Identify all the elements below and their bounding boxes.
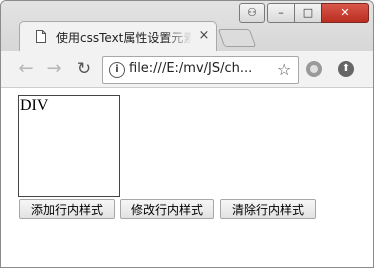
browser-window: 使用cssText属性设置元素 × ⚇ – □ ✕ ← → ↻ i file:/… [0, 0, 374, 268]
url-text[interactable]: file:///E:/mv/JS/ch... [129, 61, 252, 76]
demo-div-box: DIV [18, 95, 120, 197]
demo-div-label: DIV [20, 97, 49, 114]
page-content: DIV 添加行内样式 修改行内样式 清除行内样式 [1, 88, 373, 267]
title-bar: 使用cssText属性设置元素 × ⚇ – □ ✕ [1, 1, 373, 52]
user-icon[interactable]: ⚇ [239, 3, 265, 23]
new-tab-button[interactable] [217, 29, 257, 47]
minimize-button[interactable]: – [267, 3, 295, 23]
browser-tab[interactable]: 使用cssText属性设置元素 × [19, 21, 217, 52]
extension-icon[interactable] [306, 61, 322, 77]
clear-inline-style-button[interactable]: 清除行内样式 [220, 199, 316, 219]
forward-icon[interactable]: → [43, 59, 65, 79]
tab-close-icon[interactable]: × [196, 28, 212, 44]
close-window-button[interactable]: ✕ [321, 3, 369, 23]
address-bar[interactable]: i file:///E:/mv/JS/ch... ☆ [102, 56, 299, 84]
update-icon[interactable]: ⬆ [338, 61, 354, 77]
reload-icon[interactable]: ↻ [73, 59, 95, 79]
add-inline-style-button[interactable]: 添加行内样式 [19, 199, 115, 219]
page-icon [36, 30, 46, 43]
back-icon[interactable]: ← [15, 59, 37, 79]
modify-inline-style-button[interactable]: 修改行内样式 [120, 199, 214, 219]
browser-toolbar: ← → ↻ i file:///E:/mv/JS/ch... ☆ ⬆ [1, 51, 373, 88]
bookmark-star-icon[interactable]: ☆ [277, 60, 291, 79]
maximize-button[interactable]: □ [294, 3, 322, 23]
info-icon[interactable]: i [109, 62, 125, 78]
tab-title: 使用cssText属性设置元素 [56, 31, 192, 45]
